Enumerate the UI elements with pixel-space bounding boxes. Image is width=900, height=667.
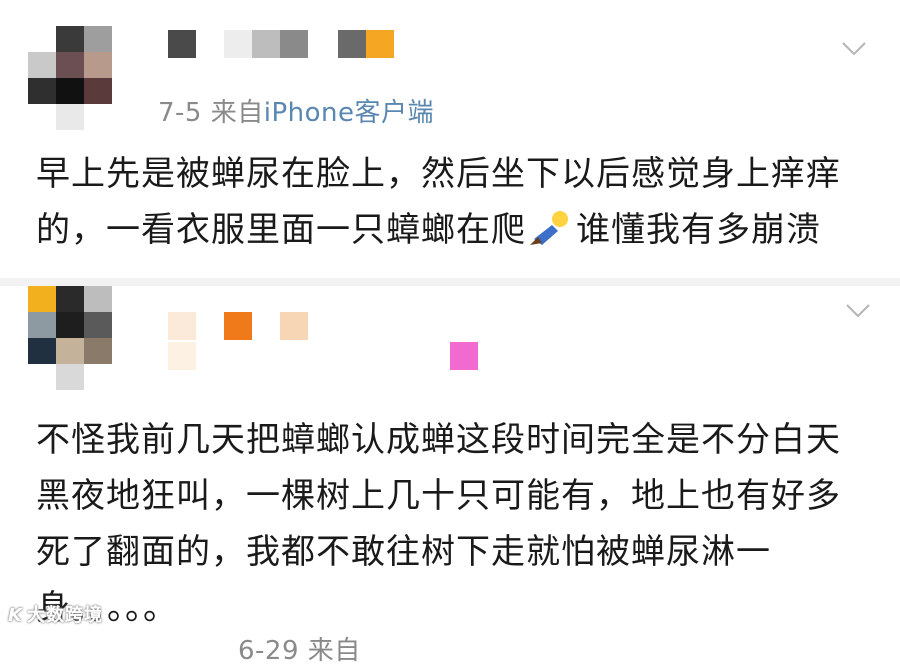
comment-meta: 7-5 来自iPhone客户端 <box>158 92 434 129</box>
comment-date: 7-5 <box>158 98 202 128</box>
comment-text: 早上先是被蝉尿在脸上，然后坐下以后感觉身上痒痒的，一看衣服里面一只蟑螂在爬 谁懂… <box>36 146 866 258</box>
comment-text-part2: 谁懂我有多崩溃 <box>576 210 821 250</box>
watermark-logo: K <box>8 605 23 626</box>
avatar[interactable] <box>28 286 112 390</box>
source-name: iPhone客户端 <box>263 98 435 128</box>
comment-date: 6-29 <box>238 636 300 666</box>
username-mosaic[interactable] <box>168 312 318 340</box>
comment-text: 不怪我前几天把蟑螂认成蝉这段时间完全是不分白天黑夜地狂叫，一棵树上几十只可能有，… <box>36 420 841 628</box>
comment-item: 7-5 来自iPhone客户端 早上先是被蝉尿在脸上，然后坐下以后感觉身上痒痒的… <box>0 0 900 282</box>
source-prefix: 来自 <box>210 98 264 128</box>
collapse-emoji-icon <box>530 211 568 245</box>
chevron-down-icon[interactable] <box>844 296 872 324</box>
comment-item: 6-29 来自 不怪我前几天把蟑螂认成蝉这段时间完全是不分白天黑夜地狂叫，一棵树… <box>0 282 900 666</box>
avatar[interactable] <box>28 26 112 130</box>
watermark-text: 大数跨境 <box>26 605 103 626</box>
source-mosaic <box>420 342 480 370</box>
watermark: K 大数跨境 <box>8 601 103 627</box>
source-prefix: 来自 <box>307 636 361 666</box>
username-mosaic <box>168 342 228 370</box>
username-mosaic[interactable] <box>168 30 398 58</box>
chevron-down-icon[interactable] <box>840 34 868 62</box>
